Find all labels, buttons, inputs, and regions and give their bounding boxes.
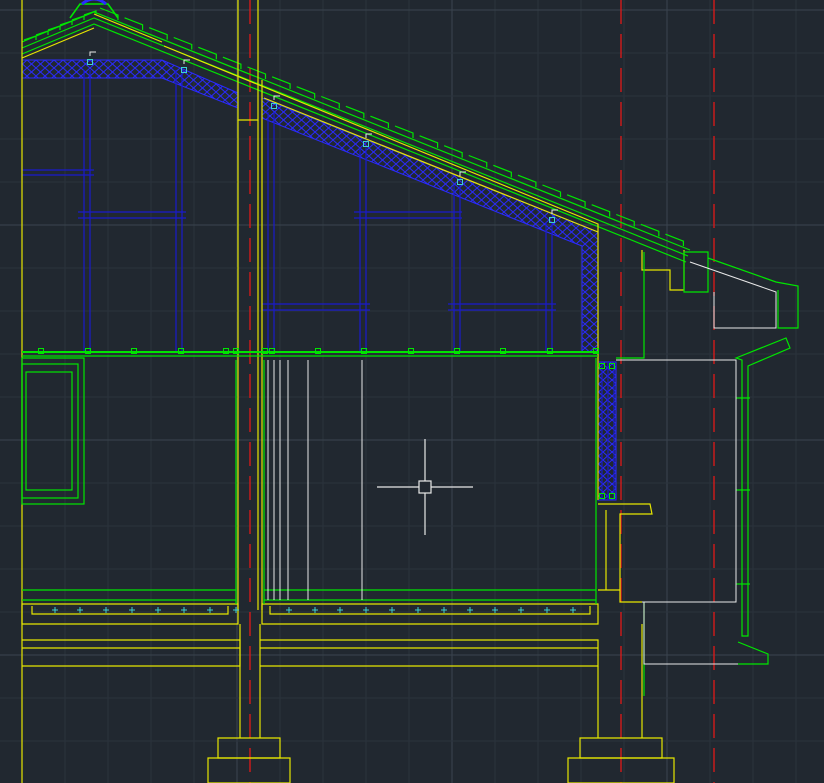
floor-and-openings (21, 251, 799, 696)
roof-insulation-left (21, 59, 239, 109)
cad-viewport[interactable] (0, 0, 824, 783)
roof-covering (21, 0, 691, 263)
section-drawing[interactable] (0, 0, 824, 783)
crosshair-cursor-icon (377, 439, 473, 535)
wall-insulation (597, 361, 617, 501)
roof-tile (71, 15, 85, 21)
roof-tile (59, 20, 73, 26)
roof-tile (47, 25, 61, 31)
roof-tile (23, 35, 37, 41)
wall-structure (21, 0, 685, 783)
roof-tile (35, 30, 49, 36)
